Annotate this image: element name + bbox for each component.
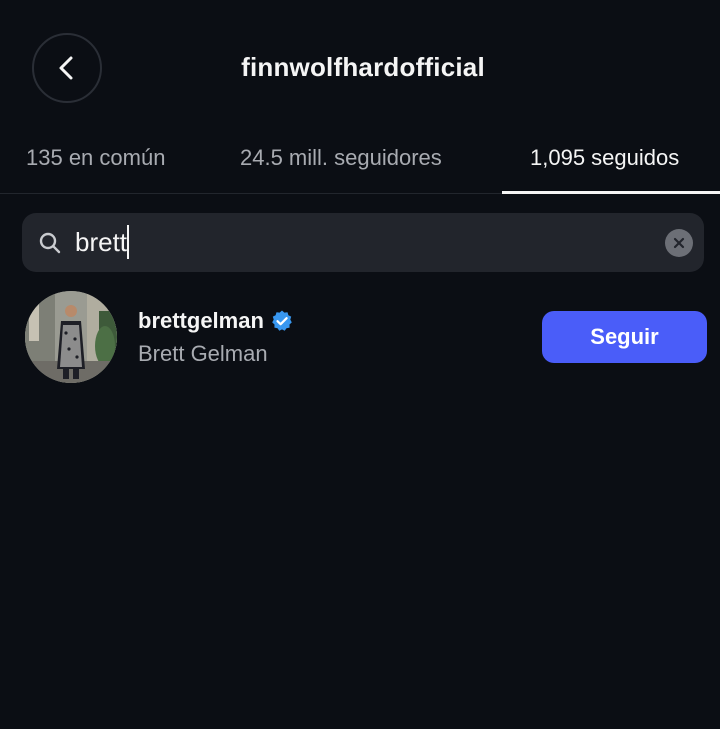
follow-button[interactable]: Seguir (542, 311, 707, 363)
tab-mutual[interactable]: 135 en común (26, 145, 165, 171)
tab-bar: 135 en común 24.5 mill. seguidores 1,095… (0, 135, 720, 194)
tab-followers[interactable]: 24.5 mill. seguidores (240, 145, 442, 171)
tab-following[interactable]: 1,095 seguidos (530, 145, 679, 171)
header: finnwolfhardofficial (0, 0, 720, 135)
clear-icon (673, 237, 685, 249)
username[interactable]: brettgelman (138, 308, 264, 334)
page-title: finnwolfhardofficial (241, 52, 485, 82)
username-line: brettgelman (138, 308, 294, 334)
search-input[interactable]: brett (22, 213, 704, 272)
text-caret (127, 225, 130, 260)
search-value: brett (75, 227, 128, 257)
avatar[interactable] (25, 291, 117, 383)
avatar-photo (25, 291, 117, 383)
full-name: Brett Gelman (138, 341, 268, 366)
search-icon (39, 232, 61, 254)
search-field[interactable]: brett (75, 225, 130, 260)
verified-badge-icon (272, 310, 292, 331)
active-tab-indicator (502, 191, 720, 194)
list-item[interactable]: brettgelman Brett Gelman Seguir (0, 290, 720, 386)
clear-search-button[interactable] (665, 229, 693, 257)
